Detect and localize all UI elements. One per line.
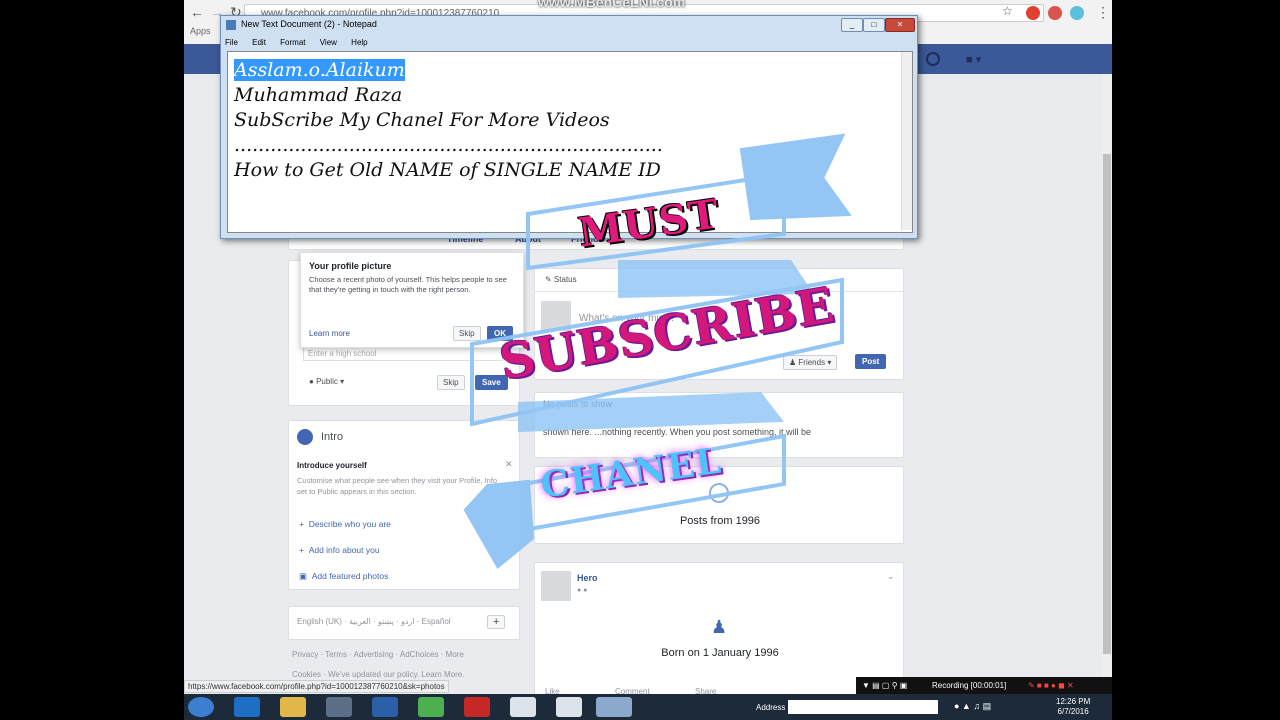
clock-date: 6/7/2016: [1057, 707, 1089, 716]
start-button[interactable]: [188, 697, 214, 717]
address-label: Address: [756, 703, 786, 712]
app-icon[interactable]: [372, 697, 398, 717]
chrome-icon[interactable]: [418, 697, 444, 717]
ribbon-band: [518, 391, 784, 433]
notepad-task-icon[interactable]: [556, 697, 582, 717]
recorder-buttons-icon[interactable]: ✎ ■ ■ ● ◼ ✕: [1028, 677, 1074, 694]
document-icon[interactable]: [510, 697, 536, 717]
clock[interactable]: 12:26 PM 6/7/2016: [1056, 697, 1090, 717]
opera-icon[interactable]: [464, 697, 490, 717]
address-input[interactable]: [788, 700, 938, 714]
ie-icon[interactable]: [234, 697, 260, 717]
clock-time: 12:26 PM: [1056, 697, 1091, 706]
recorder-controls-icon[interactable]: ▼ ▤ ▢ ⚲ ▣: [862, 677, 907, 694]
taskbar: Address ● ▲ ♫ ▤ 12:26 PM 6/7/2016: [184, 694, 1112, 720]
recorder-label: Recording [00:00:01]: [932, 681, 1007, 690]
media-player-icon[interactable]: [326, 697, 352, 717]
status-url: https://www.facebook.com/profile.php?id=…: [184, 680, 449, 693]
recorder-bar: ▼ ▤ ▢ ⚲ ▣ Recording [00:00:01] ✎ ■ ■ ● ◼…: [856, 677, 1112, 694]
window-task-icon[interactable]: [596, 697, 632, 717]
ribbon-tail-left: [463, 479, 535, 570]
tray-icons[interactable]: ● ▲ ♫ ▤: [954, 701, 991, 712]
folder-icon[interactable]: [280, 697, 306, 717]
